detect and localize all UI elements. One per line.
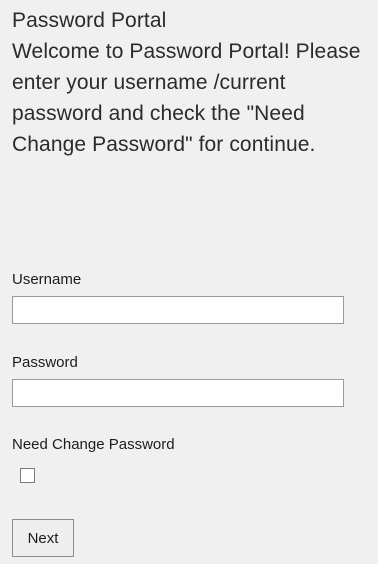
header: Password Portal Welcome to Password Port… — [12, 5, 374, 160]
password-label: Password — [12, 354, 78, 371]
intro-text: Welcome to Password Portal! Please enter… — [12, 40, 361, 156]
username-input[interactable] — [12, 296, 344, 324]
need-change-password-label: Need Change Password — [12, 436, 175, 453]
need-change-password-checkbox[interactable] — [20, 468, 35, 483]
username-label: Username — [12, 271, 82, 288]
page-title: Password Portal — [12, 9, 167, 32]
password-input[interactable] — [12, 379, 344, 407]
next-button[interactable]: Next — [12, 519, 74, 557]
